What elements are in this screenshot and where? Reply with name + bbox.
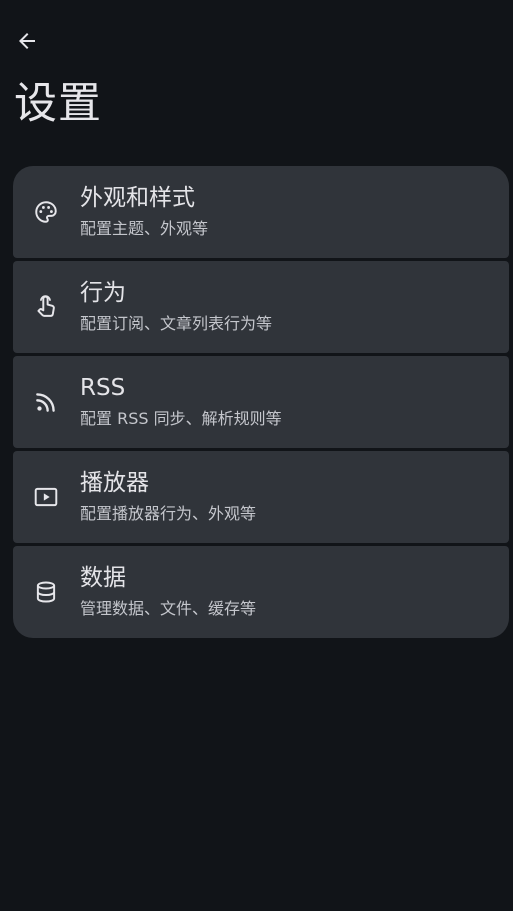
- settings-item-behavior[interactable]: 行为 配置订阅、文章列表行为等: [13, 261, 509, 353]
- settings-item-data[interactable]: 数据 管理数据、文件、缓存等: [13, 546, 509, 638]
- settings-item-subtitle: 配置 RSS 同步、解析规则等: [80, 409, 282, 428]
- settings-item-title: RSS: [80, 375, 126, 401]
- settings-item-title: 播放器: [80, 470, 149, 496]
- arrow-back-icon: [19, 33, 35, 49]
- page-title: 设置: [14, 79, 102, 129]
- back-button[interactable]: [6, 20, 48, 62]
- settings-list: 外观和样式 配置主题、外观等 行为 配置订阅、文章列表行为等 RSS 配置 RS…: [13, 166, 509, 638]
- settings-item-subtitle: 配置订阅、文章列表行为等: [80, 314, 273, 333]
- settings-item-title: 行为: [80, 280, 126, 306]
- settings-screen: 设置 外观和样式 配置主题、外观等 行为 配置订阅、文章列表行为等 RSS 配置…: [0, 0, 513, 911]
- database-icon: [33, 579, 59, 605]
- top-app-bar: [0, 0, 513, 80]
- settings-item-subtitle: 配置主题、外观等: [80, 219, 209, 238]
- settings-item-subtitle: 管理数据、文件、缓存等: [80, 599, 257, 618]
- touch-icon: [33, 294, 59, 320]
- palette-icon: [33, 199, 59, 225]
- settings-item-subtitle: 配置播放器行为、外观等: [80, 504, 257, 523]
- rss-icon: [33, 389, 59, 415]
- settings-item-title: 外观和样式: [80, 185, 195, 211]
- settings-item-title: 数据: [80, 565, 126, 591]
- settings-item-player[interactable]: 播放器 配置播放器行为、外观等: [13, 451, 509, 543]
- play-icon: [33, 484, 59, 510]
- settings-item-appearance[interactable]: 外观和样式 配置主题、外观等: [13, 166, 509, 258]
- settings-item-rss[interactable]: RSS 配置 RSS 同步、解析规则等: [13, 356, 509, 448]
